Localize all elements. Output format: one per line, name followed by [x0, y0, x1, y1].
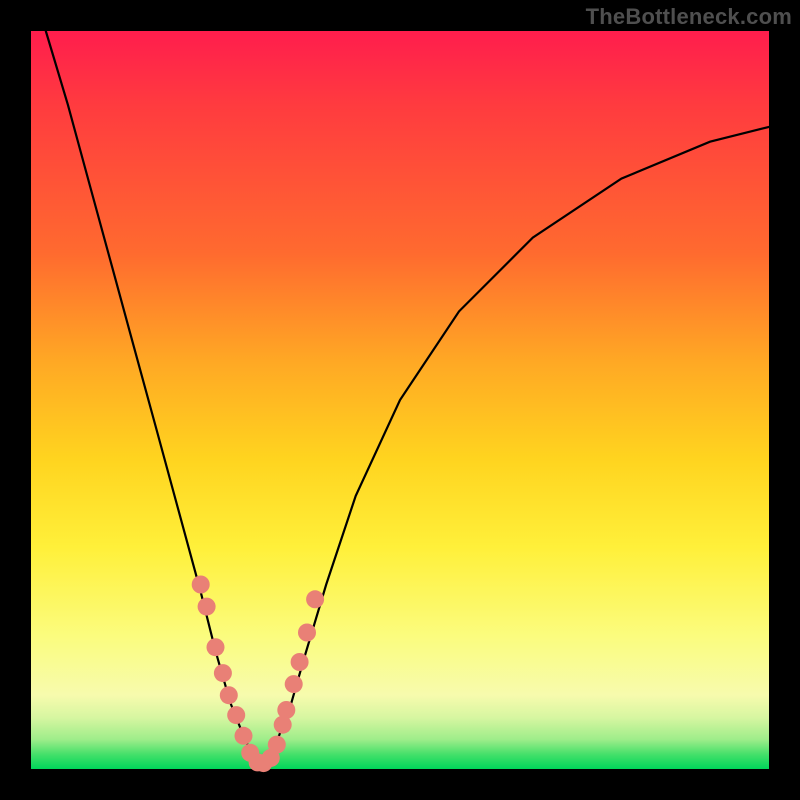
curve-markers — [192, 576, 324, 773]
marker-dot — [207, 638, 225, 656]
marker-dot — [220, 686, 238, 704]
marker-dot — [291, 653, 309, 671]
marker-dot — [277, 701, 295, 719]
marker-dot — [298, 624, 316, 642]
chart-frame: TheBottleneck.com — [0, 0, 800, 800]
marker-dot — [192, 576, 210, 594]
watermark-text: TheBottleneck.com — [586, 4, 792, 30]
chart-svg — [31, 31, 769, 769]
marker-dot — [285, 675, 303, 693]
marker-dot — [227, 706, 245, 724]
plot-area — [31, 31, 769, 769]
bottleneck-curve — [46, 31, 769, 762]
marker-dot — [306, 590, 324, 608]
marker-dot — [214, 664, 232, 682]
marker-dot — [198, 598, 216, 616]
marker-dot — [235, 727, 253, 745]
marker-dot — [268, 736, 286, 754]
